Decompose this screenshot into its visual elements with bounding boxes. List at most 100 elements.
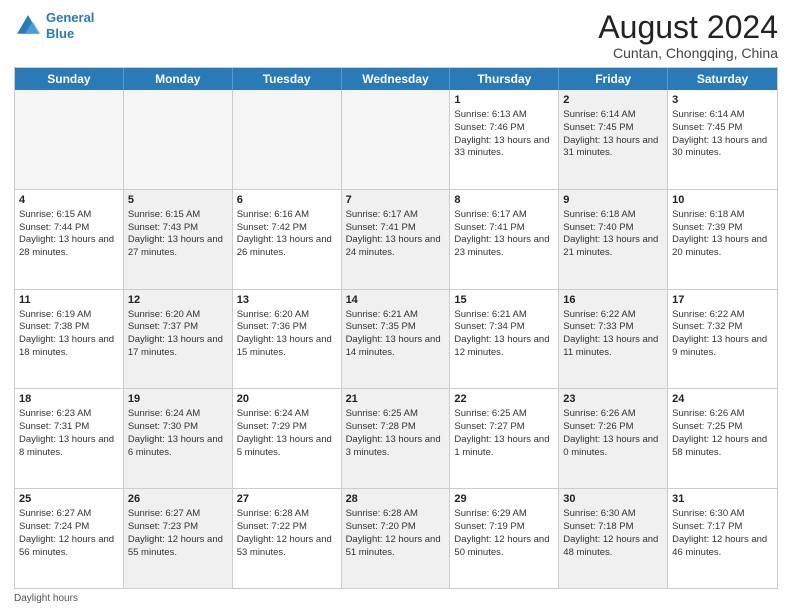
day-info: Sunrise: 6:25 AM Sunset: 7:27 PM Dayligh… <box>454 408 549 457</box>
day-number: 9 <box>563 193 663 208</box>
day-cell-30: 30Sunrise: 6:30 AM Sunset: 7:18 PM Dayli… <box>559 489 668 588</box>
day-cell-2: 2Sunrise: 6:14 AM Sunset: 7:45 PM Daylig… <box>559 90 668 189</box>
day-info: Sunrise: 6:17 AM Sunset: 7:41 PM Dayligh… <box>454 209 549 258</box>
weekday-header-wednesday: Wednesday <box>342 68 451 90</box>
day-number: 6 <box>237 193 337 208</box>
day-cell-16: 16Sunrise: 6:22 AM Sunset: 7:33 PM Dayli… <box>559 290 668 389</box>
day-cell-5: 5Sunrise: 6:15 AM Sunset: 7:43 PM Daylig… <box>124 190 233 289</box>
calendar: SundayMondayTuesdayWednesdayThursdayFrid… <box>14 67 778 589</box>
day-info: Sunrise: 6:20 AM Sunset: 7:36 PM Dayligh… <box>237 309 332 358</box>
empty-cell-r0c0 <box>15 90 124 189</box>
empty-cell-r0c2 <box>233 90 342 189</box>
day-number: 17 <box>672 293 773 308</box>
day-number: 10 <box>672 193 773 208</box>
day-cell-23: 23Sunrise: 6:26 AM Sunset: 7:26 PM Dayli… <box>559 389 668 488</box>
day-info: Sunrise: 6:15 AM Sunset: 7:43 PM Dayligh… <box>128 209 223 258</box>
calendar-header: SundayMondayTuesdayWednesdayThursdayFrid… <box>15 68 777 90</box>
day-cell-26: 26Sunrise: 6:27 AM Sunset: 7:23 PM Dayli… <box>124 489 233 588</box>
header: General Blue August 2024 Cuntan, Chongqi… <box>14 10 778 61</box>
empty-cell-r0c1 <box>124 90 233 189</box>
day-info: Sunrise: 6:24 AM Sunset: 7:29 PM Dayligh… <box>237 408 332 457</box>
day-number: 19 <box>128 392 228 407</box>
day-info: Sunrise: 6:30 AM Sunset: 7:17 PM Dayligh… <box>672 508 767 557</box>
day-number: 23 <box>563 392 663 407</box>
day-cell-9: 9Sunrise: 6:18 AM Sunset: 7:40 PM Daylig… <box>559 190 668 289</box>
day-cell-21: 21Sunrise: 6:25 AM Sunset: 7:28 PM Dayli… <box>342 389 451 488</box>
day-info: Sunrise: 6:27 AM Sunset: 7:24 PM Dayligh… <box>19 508 114 557</box>
day-info: Sunrise: 6:19 AM Sunset: 7:38 PM Dayligh… <box>19 309 114 358</box>
title-block: August 2024 Cuntan, Chongqing, China <box>598 10 778 61</box>
weekday-header-sunday: Sunday <box>15 68 124 90</box>
day-cell-22: 22Sunrise: 6:25 AM Sunset: 7:27 PM Dayli… <box>450 389 559 488</box>
day-info: Sunrise: 6:30 AM Sunset: 7:18 PM Dayligh… <box>563 508 658 557</box>
day-cell-20: 20Sunrise: 6:24 AM Sunset: 7:29 PM Dayli… <box>233 389 342 488</box>
day-cell-3: 3Sunrise: 6:14 AM Sunset: 7:45 PM Daylig… <box>668 90 777 189</box>
day-cell-24: 24Sunrise: 6:26 AM Sunset: 7:25 PM Dayli… <box>668 389 777 488</box>
calendar-row-4: 25Sunrise: 6:27 AM Sunset: 7:24 PM Dayli… <box>15 488 777 588</box>
day-number: 2 <box>563 93 663 108</box>
day-info: Sunrise: 6:25 AM Sunset: 7:28 PM Dayligh… <box>346 408 441 457</box>
weekday-header-friday: Friday <box>559 68 668 90</box>
day-cell-1: 1Sunrise: 6:13 AM Sunset: 7:46 PM Daylig… <box>450 90 559 189</box>
day-cell-7: 7Sunrise: 6:17 AM Sunset: 7:41 PM Daylig… <box>342 190 451 289</box>
day-number: 15 <box>454 293 554 308</box>
day-info: Sunrise: 6:18 AM Sunset: 7:40 PM Dayligh… <box>563 209 658 258</box>
day-info: Sunrise: 6:28 AM Sunset: 7:20 PM Dayligh… <box>346 508 441 557</box>
day-number: 22 <box>454 392 554 407</box>
day-info: Sunrise: 6:28 AM Sunset: 7:22 PM Dayligh… <box>237 508 332 557</box>
day-number: 11 <box>19 293 119 308</box>
calendar-body: 1Sunrise: 6:13 AM Sunset: 7:46 PM Daylig… <box>15 90 777 588</box>
logo-text: General Blue <box>46 10 94 41</box>
day-cell-29: 29Sunrise: 6:29 AM Sunset: 7:19 PM Dayli… <box>450 489 559 588</box>
day-number: 8 <box>454 193 554 208</box>
day-info: Sunrise: 6:23 AM Sunset: 7:31 PM Dayligh… <box>19 408 114 457</box>
page: General Blue August 2024 Cuntan, Chongqi… <box>0 0 792 612</box>
day-number: 16 <box>563 293 663 308</box>
day-number: 31 <box>672 492 773 507</box>
day-number: 27 <box>237 492 337 507</box>
day-number: 28 <box>346 492 446 507</box>
day-info: Sunrise: 6:13 AM Sunset: 7:46 PM Dayligh… <box>454 109 549 158</box>
weekday-header-thursday: Thursday <box>450 68 559 90</box>
day-cell-12: 12Sunrise: 6:20 AM Sunset: 7:37 PM Dayli… <box>124 290 233 389</box>
day-number: 13 <box>237 293 337 308</box>
day-info: Sunrise: 6:29 AM Sunset: 7:19 PM Dayligh… <box>454 508 549 557</box>
day-number: 7 <box>346 193 446 208</box>
day-cell-13: 13Sunrise: 6:20 AM Sunset: 7:36 PM Dayli… <box>233 290 342 389</box>
calendar-row-3: 18Sunrise: 6:23 AM Sunset: 7:31 PM Dayli… <box>15 388 777 488</box>
day-cell-19: 19Sunrise: 6:24 AM Sunset: 7:30 PM Dayli… <box>124 389 233 488</box>
day-cell-10: 10Sunrise: 6:18 AM Sunset: 7:39 PM Dayli… <box>668 190 777 289</box>
calendar-row-0: 1Sunrise: 6:13 AM Sunset: 7:46 PM Daylig… <box>15 90 777 189</box>
day-number: 1 <box>454 93 554 108</box>
day-info: Sunrise: 6:15 AM Sunset: 7:44 PM Dayligh… <box>19 209 114 258</box>
day-number: 4 <box>19 193 119 208</box>
day-info: Sunrise: 6:26 AM Sunset: 7:26 PM Dayligh… <box>563 408 658 457</box>
day-cell-14: 14Sunrise: 6:21 AM Sunset: 7:35 PM Dayli… <box>342 290 451 389</box>
day-info: Sunrise: 6:26 AM Sunset: 7:25 PM Dayligh… <box>672 408 767 457</box>
day-number: 3 <box>672 93 773 108</box>
calendar-row-1: 4Sunrise: 6:15 AM Sunset: 7:44 PM Daylig… <box>15 189 777 289</box>
logo-line2: Blue <box>46 26 74 41</box>
day-cell-18: 18Sunrise: 6:23 AM Sunset: 7:31 PM Dayli… <box>15 389 124 488</box>
day-number: 26 <box>128 492 228 507</box>
day-cell-6: 6Sunrise: 6:16 AM Sunset: 7:42 PM Daylig… <box>233 190 342 289</box>
logo-icon <box>14 12 42 40</box>
day-cell-4: 4Sunrise: 6:15 AM Sunset: 7:44 PM Daylig… <box>15 190 124 289</box>
day-cell-8: 8Sunrise: 6:17 AM Sunset: 7:41 PM Daylig… <box>450 190 559 289</box>
day-info: Sunrise: 6:21 AM Sunset: 7:35 PM Dayligh… <box>346 309 441 358</box>
location: Cuntan, Chongqing, China <box>598 45 778 61</box>
day-number: 5 <box>128 193 228 208</box>
day-info: Sunrise: 6:14 AM Sunset: 7:45 PM Dayligh… <box>672 109 767 158</box>
day-info: Sunrise: 6:20 AM Sunset: 7:37 PM Dayligh… <box>128 309 223 358</box>
day-info: Sunrise: 6:21 AM Sunset: 7:34 PM Dayligh… <box>454 309 549 358</box>
calendar-row-2: 11Sunrise: 6:19 AM Sunset: 7:38 PM Dayli… <box>15 289 777 389</box>
day-info: Sunrise: 6:16 AM Sunset: 7:42 PM Dayligh… <box>237 209 332 258</box>
day-cell-31: 31Sunrise: 6:30 AM Sunset: 7:17 PM Dayli… <box>668 489 777 588</box>
day-info: Sunrise: 6:17 AM Sunset: 7:41 PM Dayligh… <box>346 209 441 258</box>
day-info: Sunrise: 6:22 AM Sunset: 7:33 PM Dayligh… <box>563 309 658 358</box>
day-cell-28: 28Sunrise: 6:28 AM Sunset: 7:20 PM Dayli… <box>342 489 451 588</box>
day-info: Sunrise: 6:14 AM Sunset: 7:45 PM Dayligh… <box>563 109 658 158</box>
day-number: 14 <box>346 293 446 308</box>
day-number: 30 <box>563 492 663 507</box>
day-info: Sunrise: 6:27 AM Sunset: 7:23 PM Dayligh… <box>128 508 223 557</box>
